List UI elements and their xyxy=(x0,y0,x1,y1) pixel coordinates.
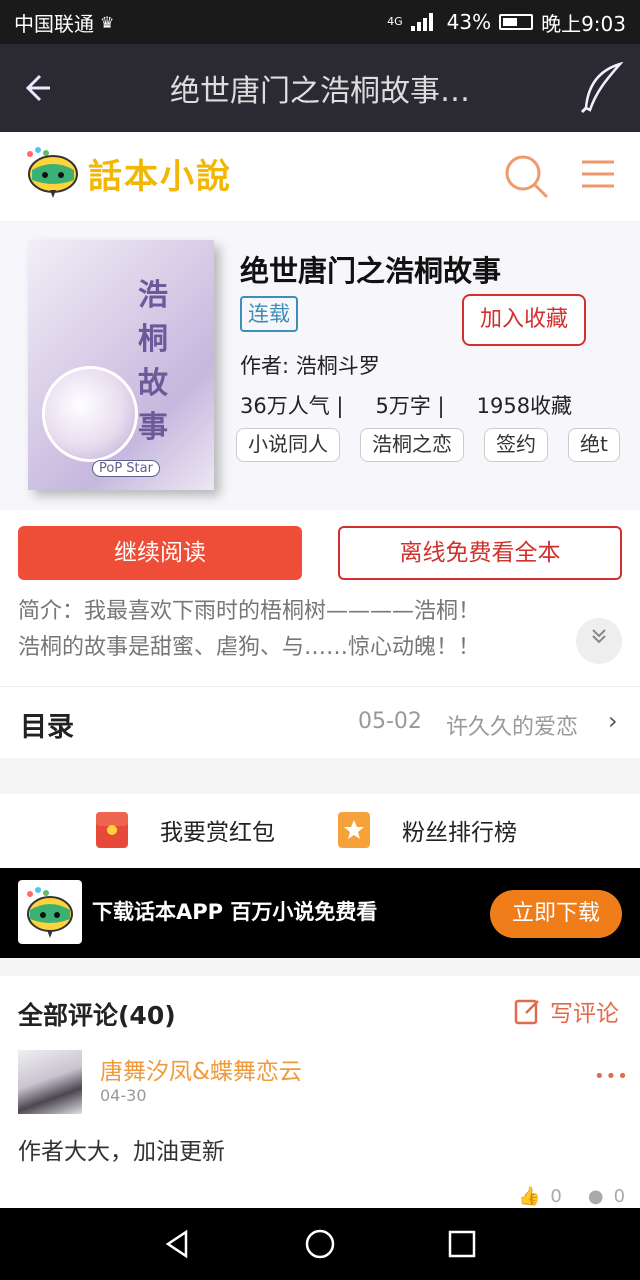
expand-intro-icon[interactable] xyxy=(576,618,622,664)
carrier-label: 中国联通 xyxy=(14,11,94,36)
book-stats: 36万人气 | 5万字 | 1958收藏 xyxy=(240,390,572,420)
battery-icon xyxy=(499,14,534,30)
app-title: 绝世唐门之浩桐故事… xyxy=(170,74,470,109)
catalog-row[interactable]: 目录 05-02 许久久的爱恋 › xyxy=(0,686,640,758)
back-icon[interactable] xyxy=(14,70,54,106)
reply-count: 0 xyxy=(613,1186,626,1207)
write-comment-label: 写评论 xyxy=(550,1001,619,1027)
author-label[interactable]: 作者: 浩桐斗罗 xyxy=(240,350,380,380)
latest-chapter-date: 05-02 xyxy=(358,709,422,734)
fan-ranking-label: 粉丝排行榜 xyxy=(402,820,517,846)
tag-list: 小说同人 浩桐之恋 签约 绝t xyxy=(236,428,640,464)
site-header: 話本小說 xyxy=(0,132,640,222)
system-nav-bar xyxy=(0,1208,640,1280)
cover-badge: PoP Star xyxy=(92,460,160,477)
more-options-icon[interactable]: ••• xyxy=(594,1066,629,1087)
comment-reactions: 👍 0 ● 0 xyxy=(518,1186,625,1207)
reply-icon[interactable]: ● xyxy=(588,1186,604,1207)
red-packet-label: 我要赏红包 xyxy=(160,820,275,846)
book-info: 浩桐故事 PoP Star 绝世唐门之浩桐故事 连载 加入收藏 作者: 浩桐斗罗… xyxy=(0,222,640,510)
book-intro: 简介：我最喜欢下雨时的梧桐树————浩桐！ 浩桐的故事是甜蜜、虐狗、与……惊心动… xyxy=(18,594,558,666)
cover-title: 浩桐故事 xyxy=(138,278,168,445)
menu-icon[interactable] xyxy=(578,154,618,194)
signal-icon xyxy=(410,13,439,31)
nav-home-icon[interactable] xyxy=(304,1228,336,1260)
book-actions: 继续阅读 离线免费看全本 简介：我最喜欢下雨时的梧桐树————浩桐！ 浩桐的故事… xyxy=(0,510,640,686)
write-comment-button[interactable]: 写评论 xyxy=(514,994,619,1028)
battery-percent: 43% xyxy=(446,10,492,34)
feather-icon[interactable] xyxy=(580,62,624,114)
comment-username[interactable]: 唐舞汐凤&蝶舞恋云 xyxy=(100,1052,302,1086)
latest-chapter-title: 许久久的爱恋 xyxy=(446,715,579,740)
comment-date: 04-30 xyxy=(100,1086,147,1105)
comments-header: 全部评论(40) xyxy=(18,1001,176,1030)
intro-line: 简介：我最喜欢下雨时的梧桐树————浩桐！ xyxy=(18,599,481,624)
download-button[interactable]: 立即下载 xyxy=(490,890,622,938)
tag-item[interactable]: 小说同人 xyxy=(236,428,340,462)
book-title: 绝世唐门之浩桐故事 xyxy=(240,254,502,288)
status-right: 4G 43% 晚上9:03 xyxy=(387,8,626,37)
red-packet-icon xyxy=(96,812,128,848)
nav-recents-icon[interactable] xyxy=(446,1228,478,1260)
tag-item[interactable]: 浩桐之恋 xyxy=(360,428,464,462)
collection-count: 1958收藏 xyxy=(476,394,573,418)
book-cover[interactable]: 浩桐故事 PoP Star xyxy=(28,240,214,490)
red-packet-button[interactable]: 我要赏红包 xyxy=(94,810,275,850)
status-badge: 连载 xyxy=(240,296,298,332)
mascot-logo-icon xyxy=(27,147,78,198)
edit-icon xyxy=(514,999,539,1025)
tag-item[interactable]: 绝t xyxy=(568,428,620,462)
carrier-group: 中国联通 ♛ xyxy=(14,8,114,37)
comment-text: 作者大大，加油更新 xyxy=(18,1139,225,1165)
offline-read-button[interactable]: 离线免费看全本 xyxy=(338,526,622,580)
app-title-bar: 绝世唐门之浩桐故事… xyxy=(0,44,640,132)
reward-row: 我要赏红包 粉丝排行榜 xyxy=(0,794,640,868)
notification-icon: ♛ xyxy=(100,12,115,32)
add-favorite-button[interactable]: 加入收藏 xyxy=(462,294,586,346)
fan-ranking-button[interactable]: 粉丝排行榜 xyxy=(336,810,517,850)
comments-section: 全部评论(40) 写评论 唐舞汐凤&蝶舞恋云 04-30 ••• 作者大大，加油… xyxy=(0,976,640,1208)
nav-back-icon[interactable] xyxy=(162,1228,194,1260)
clock: 晚上9:03 xyxy=(541,11,626,36)
app-icon xyxy=(18,880,82,944)
continue-reading-button[interactable]: 继续阅读 xyxy=(18,526,302,580)
ranking-icon xyxy=(338,812,370,848)
tag-item[interactable]: 签约 xyxy=(484,428,548,462)
app-download-banner: 下载话本APP 百万小说免费看 立即下载 xyxy=(0,868,640,958)
status-bar: 中国联通 ♛ 4G 43% 晚上9:03 xyxy=(0,0,640,44)
word-count: 5万字 | xyxy=(375,394,445,418)
site-logo[interactable]: 話本小說 xyxy=(22,144,232,202)
thumbs-up-icon[interactable]: 👍 xyxy=(518,1186,540,1207)
logo-text: 話本小說 xyxy=(88,156,232,197)
search-icon[interactable] xyxy=(502,152,550,200)
avatar[interactable] xyxy=(18,1050,82,1114)
catalog-label: 目录 xyxy=(20,712,74,743)
banner-text: 下载话本APP 百万小说免费看 xyxy=(92,900,378,924)
intro-line: 浩桐的故事是甜蜜、虐狗、与……惊心动魄！！ xyxy=(18,635,481,660)
network-label: 4G xyxy=(387,15,403,28)
chevron-right-icon: › xyxy=(608,707,618,735)
cover-illustration xyxy=(42,366,138,462)
like-count: 0 xyxy=(550,1186,562,1207)
popularity-count: 36万人气 | xyxy=(240,394,344,418)
